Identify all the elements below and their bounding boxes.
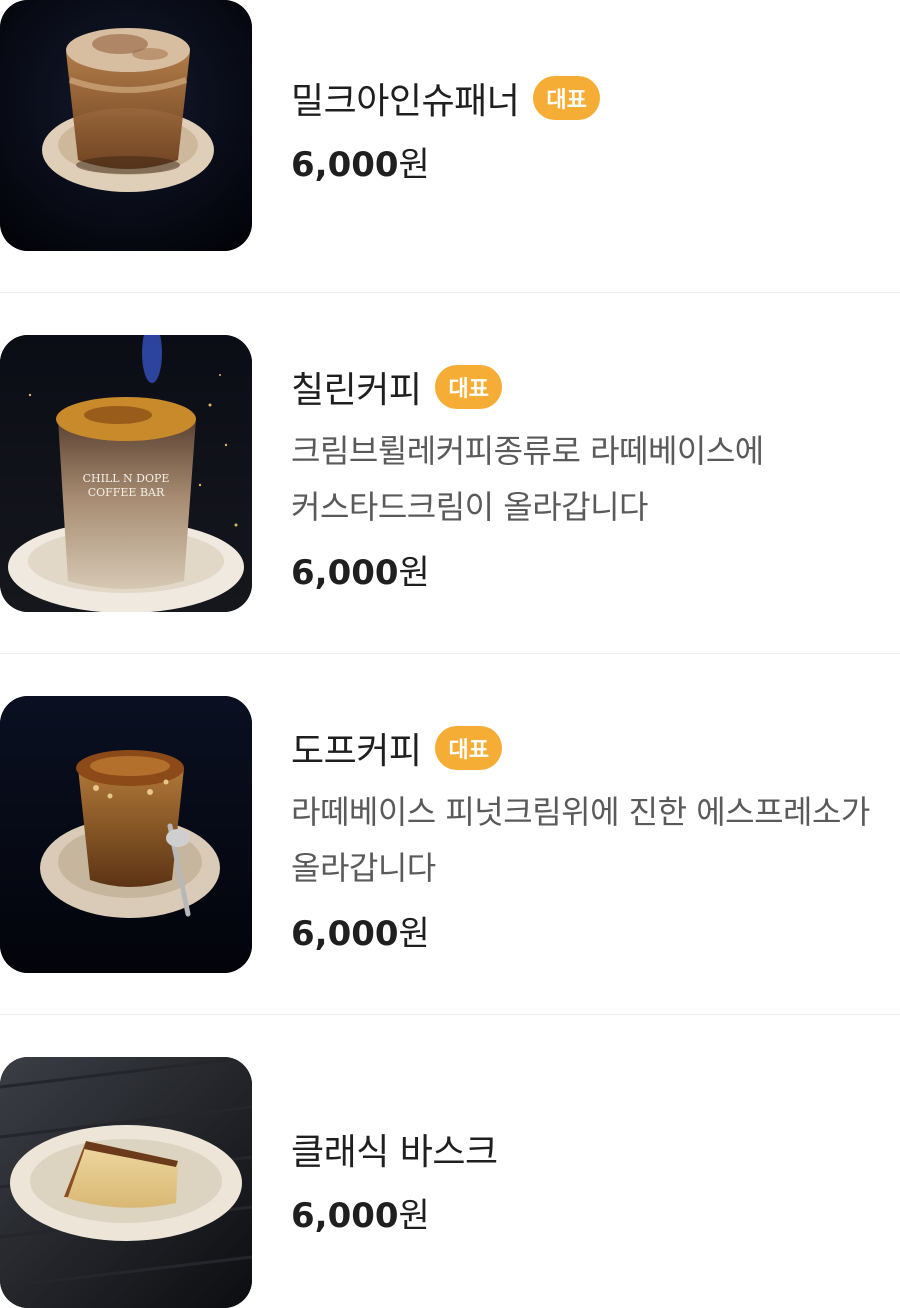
menu-item-name: 클래식 바스크	[291, 1132, 498, 1173]
menu-item-name: 밀크아인슈패너	[291, 81, 520, 122]
menu-item-name: 칠린커피	[291, 370, 422, 411]
menu-item-classic-basque[interactable]: 클래식 바스크 6,000원	[0, 1015, 900, 1308]
menu-item-price: 6,000원	[291, 137, 892, 186]
menu-item-image	[0, 0, 252, 251]
menu-list: 밀크아인슈패너 대표 6,000원 CHILL N DOPE COFFEE BA…	[0, 0, 900, 1308]
image-caption-line1: CHILL N DOPE	[83, 472, 170, 485]
price-value: 6,000	[291, 553, 399, 593]
price-unit: 원	[398, 553, 430, 593]
menu-item-price: 6,000원	[291, 545, 892, 594]
price-value: 6,000	[291, 1196, 399, 1236]
price-unit: 원	[398, 1196, 430, 1236]
price-unit: 원	[398, 145, 430, 185]
einspanner-photo-icon	[0, 0, 252, 251]
menu-item-image: CHILL N DOPE COFFEE BAR	[0, 335, 252, 612]
menu-item-description: 라떼베이스 피넛크림위에 진한 에스프레소가 올라갑니다	[291, 793, 870, 887]
signature-badge: 대표	[435, 365, 502, 409]
dope-coffee-photo-icon	[0, 696, 252, 973]
signature-badge: 대표	[533, 76, 600, 120]
signature-badge: 대표	[435, 726, 502, 770]
price-unit: 원	[398, 914, 430, 954]
menu-item-name: 도프커피	[291, 731, 422, 772]
menu-item-description: 크림브륄레커피종류로 라떼베이스에 커스타드크림이 올라갑니다	[291, 432, 764, 526]
menu-item-price: 6,000원	[291, 906, 892, 955]
menu-item-image	[0, 696, 252, 973]
creme-brulee-coffee-photo-icon: CHILL N DOPE COFFEE BAR	[0, 335, 252, 612]
menu-item-price: 6,000원	[291, 1188, 892, 1237]
menu-item-milk-einspanner[interactable]: 밀크아인슈패너 대표 6,000원	[0, 0, 900, 293]
basque-cheesecake-photo-icon	[0, 1057, 252, 1308]
menu-item-image	[0, 1057, 252, 1308]
image-caption-line2: COFFEE BAR	[88, 486, 165, 499]
price-value: 6,000	[291, 145, 399, 185]
menu-item-chillin-coffee[interactable]: CHILL N DOPE COFFEE BAR 칠린커피 대표 크림브륄레커피종…	[0, 293, 900, 654]
menu-item-dope-coffee[interactable]: 도프커피 대표 라떼베이스 피넛크림위에 진한 에스프레소가 올라갑니다 6,0…	[0, 654, 900, 1015]
price-value: 6,000	[291, 914, 399, 954]
